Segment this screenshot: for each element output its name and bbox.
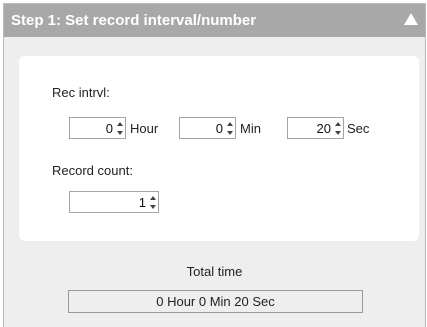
total-time-label: Total time (186, 264, 243, 279)
hour-decrement-icon[interactable] (115, 128, 124, 137)
step1-panel: Step 1: Set record interval/number Rec i… (3, 3, 426, 327)
hour-value: 0 (105, 121, 113, 136)
record-count-label: Record count: (52, 163, 133, 178)
min-spinner[interactable]: 0 (179, 117, 236, 139)
hour-spinner[interactable]: 0 (69, 117, 126, 139)
hour-increment-icon[interactable] (115, 119, 124, 128)
hour-unit: Hour (130, 121, 159, 136)
sec-value: 20 (316, 121, 331, 136)
min-unit: Min (240, 121, 261, 136)
record-count-spinner[interactable]: 1 (69, 191, 159, 213)
total-time-display: 0 Hour 0 Min 20 Sec (68, 290, 363, 313)
rec-interval-label: Rec intrvl: (52, 85, 110, 100)
record-count-decrement-icon[interactable] (148, 202, 157, 211)
min-spin-arrows (225, 119, 234, 137)
min-value: 0 (215, 121, 223, 136)
record-count-value: 1 (138, 195, 146, 210)
sec-spin-arrows (333, 119, 342, 137)
settings-card: Rec intrvl: 0 Hour 0 Min 20 Sec Record c… (19, 56, 419, 241)
collapse-icon[interactable] (404, 13, 418, 25)
record-count-increment-icon[interactable] (148, 193, 157, 202)
min-increment-icon[interactable] (225, 119, 234, 128)
sec-spinner[interactable]: 20 (287, 117, 344, 139)
panel-header[interactable]: Step 1: Set record interval/number (4, 4, 425, 37)
sec-increment-icon[interactable] (333, 119, 342, 128)
sec-unit: Sec (347, 121, 370, 136)
panel-title: Step 1: Set record interval/number (11, 12, 257, 29)
sec-decrement-icon[interactable] (333, 128, 342, 137)
hour-spin-arrows (115, 119, 124, 137)
min-decrement-icon[interactable] (225, 128, 234, 137)
record-count-spin-arrows (148, 193, 157, 211)
